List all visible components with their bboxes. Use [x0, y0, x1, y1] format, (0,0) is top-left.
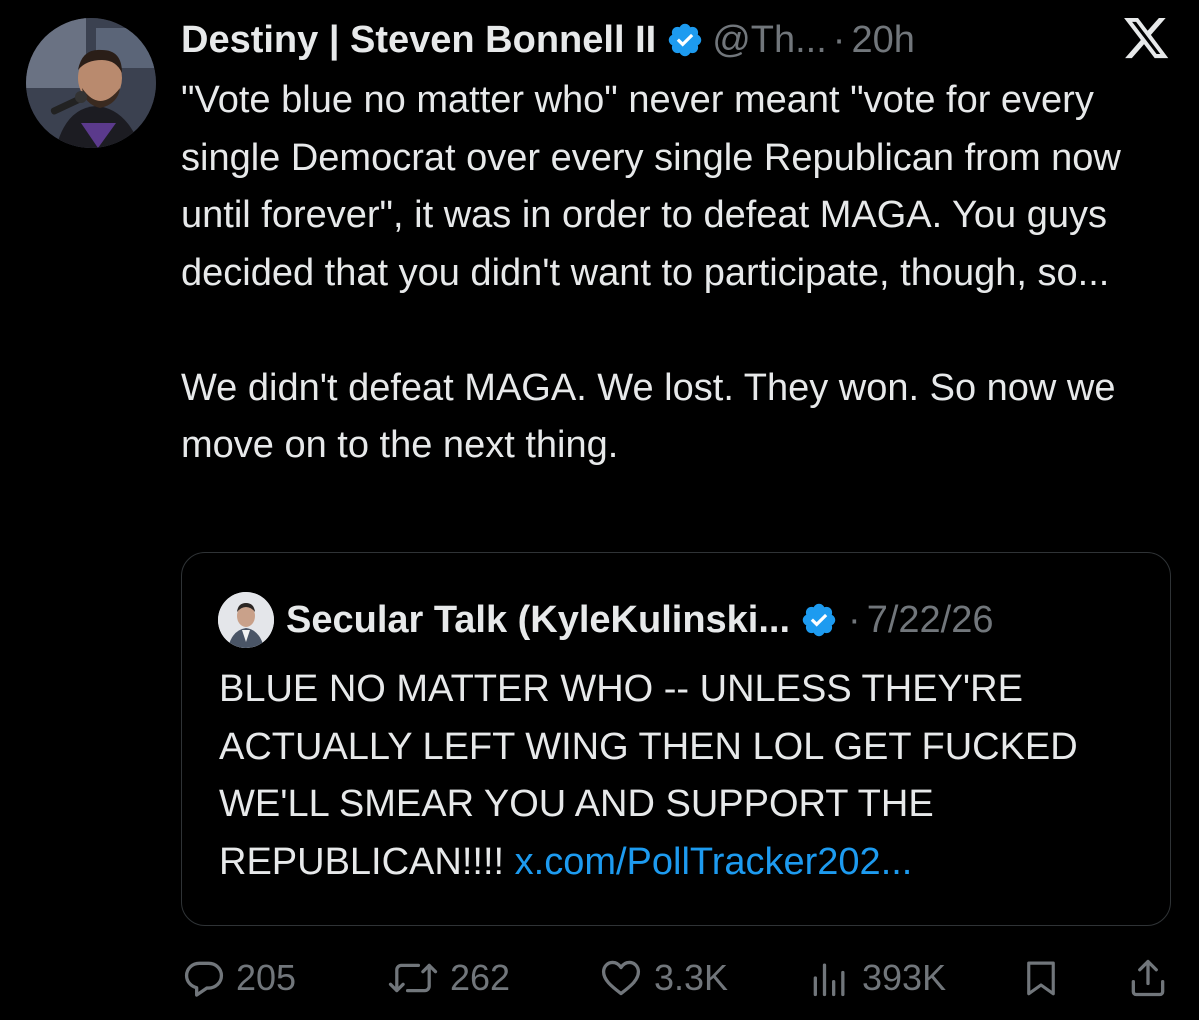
quoted-tweet-text: BLUE NO MATTER WHO -- UNLESS THEY'RE ACT… [219, 661, 1149, 891]
author-handle[interactable]: @Th... [712, 19, 827, 62]
like-button[interactable]: 3.3K [598, 950, 728, 1006]
tweet-header: Destiny | Steven Bonnell II @Th... · 20h [181, 12, 915, 68]
quoted-author-name[interactable]: Secular Talk (KyleKulinski... [286, 599, 790, 642]
views-button[interactable]: 393K [808, 950, 946, 1006]
share-button[interactable] [1126, 950, 1170, 1006]
views-icon [808, 956, 852, 1000]
verified-badge-icon[interactable] [666, 21, 704, 59]
tweet-timestamp[interactable]: 20h [851, 19, 914, 62]
heart-icon [598, 956, 644, 1000]
tweet-text: "Vote blue no matter who" never meant "v… [181, 79, 1121, 466]
quoted-header-separator: · [848, 598, 861, 641]
header-separator: · [832, 18, 846, 61]
views-count: 393K [862, 957, 947, 998]
tweet-action-bar: 205 262 3.3K 393K [0, 950, 1199, 1006]
verified-badge-icon[interactable] [800, 601, 838, 639]
author-name[interactable]: Destiny | Steven Bonnell II [181, 19, 656, 62]
x-logo-icon [1124, 18, 1170, 60]
reply-button[interactable]: 205 [182, 950, 296, 1006]
reply-count: 205 [236, 957, 297, 998]
share-icon [1126, 956, 1170, 1000]
quoted-tweet-card[interactable]: Secular Talk (KyleKulinski... · 7/22/26 … [181, 552, 1171, 926]
repost-icon [386, 956, 440, 1000]
like-count: 3.3K [654, 957, 729, 998]
author-avatar[interactable] [26, 18, 156, 148]
quoted-tweet-link[interactable]: x.com/PollTracker202... [515, 841, 913, 883]
quoted-author-avatar[interactable] [218, 592, 274, 648]
repost-count: 262 [450, 957, 511, 998]
reply-icon [182, 956, 226, 1000]
bookmark-icon [1020, 956, 1062, 1000]
quoted-tweet-header: Secular Talk (KyleKulinski... · 7/22/26 [218, 591, 994, 649]
bookmark-button[interactable] [1020, 950, 1062, 1006]
repost-button[interactable]: 262 [386, 950, 510, 1006]
quoted-tweet-date[interactable]: 7/22/26 [867, 599, 994, 642]
